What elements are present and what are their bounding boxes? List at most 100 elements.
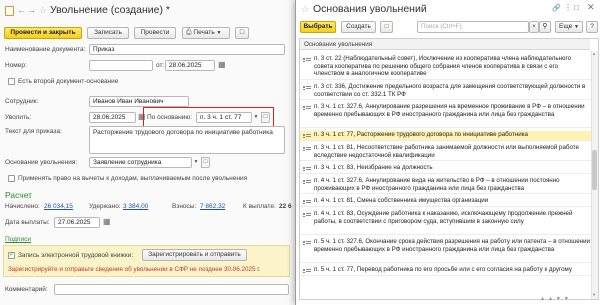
list-item-label: п. 5 ч. 1 ст. 77, Перевод работника по е… xyxy=(314,266,572,273)
basis-dropdown-icon[interactable]: ▼ xyxy=(252,112,260,123)
list-item-label: п. 3 ч. 1 ст. 327.6, Аннулирование разре… xyxy=(314,103,585,118)
calendar-icon[interactable]: ▦ xyxy=(218,60,226,69)
copy-icon[interactable]: □ xyxy=(380,21,393,33)
catalog-item-icon xyxy=(303,105,311,111)
post-button[interactable]: Провести xyxy=(134,27,176,39)
nav-prev-icon[interactable]: ▲ xyxy=(548,296,556,302)
number-field[interactable] xyxy=(89,60,153,71)
list-item-label: п. 3 ч. 1 ст. 77, Расторжение трудового … xyxy=(314,131,528,138)
main-window: ← → ☆ Увольнение (создание) * Провести и… xyxy=(0,0,296,305)
nav-first-icon[interactable]: ▲ xyxy=(540,296,548,302)
basis-open-icon[interactable]: □ xyxy=(261,112,270,123)
nav-next-icon[interactable]: ▼ xyxy=(556,296,564,302)
printer-icon: ⎙ xyxy=(186,29,192,36)
list-nav-buttons: ▲▲▼▼ xyxy=(540,296,572,302)
post-and-close-button[interactable]: Провести и закрыть xyxy=(4,27,82,39)
calc-heading: Расчет xyxy=(5,190,33,200)
payout-label: К выплате: xyxy=(243,203,276,210)
menu-dots-icon[interactable]: ⋮ xyxy=(564,3,572,12)
list-item[interactable]: п. 3 ч. 1 ст. 81, Несоответствие работни… xyxy=(300,144,594,161)
calendar-icon[interactable]: ▦ xyxy=(103,217,111,226)
close-icon[interactable]: ✕ xyxy=(587,2,595,13)
list-item[interactable]: п. 3 ст. 336, Достижение предельного воз… xyxy=(300,83,594,100)
print-button[interactable]: ⎙ Печать ▼ xyxy=(182,27,230,39)
catalog-item-icon xyxy=(303,133,311,139)
doc-name-field[interactable]: Приказ xyxy=(89,44,285,55)
list-item-label: п. 4 ч. 1 ст. 83, Осуждение работника к … xyxy=(314,210,573,225)
catalog-item-icon xyxy=(303,146,311,152)
list-item-label: п. 3 ст. 22 (Наблюдательный совет), Искл… xyxy=(314,55,572,78)
tax-deductions-label: Применять право на вычеты к доходам, вып… xyxy=(18,175,248,182)
employee-label: Сотрудник: xyxy=(5,98,39,105)
catalog-item-icon xyxy=(303,268,311,274)
comment-label: Комментарий: xyxy=(5,286,48,293)
scroll-thumb[interactable] xyxy=(592,150,597,190)
contrib-value-link[interactable]: 7 862,32 xyxy=(200,203,225,210)
order-text-field[interactable]: Расторжение трудового договора по инициа… xyxy=(89,126,285,154)
clear-search-icon[interactable]: × xyxy=(529,21,539,33)
pay-date-label: Дата выплаты: xyxy=(5,219,50,226)
dismissal-basis-label: Основание увольнения: xyxy=(5,159,78,166)
dismissal-basis-field[interactable]: Заявление сотрудника xyxy=(89,157,192,168)
create-button[interactable]: Создать xyxy=(341,21,376,33)
attach-icon[interactable]: □ xyxy=(235,27,249,39)
maximize-icon[interactable]: □ xyxy=(574,3,579,12)
second-basis-checkbox[interactable] xyxy=(8,78,15,85)
scroll-up-icon[interactable]: ▲ xyxy=(592,51,596,56)
favorite-star-icon[interactable]: ☆ xyxy=(39,5,47,16)
scroll-down-icon[interactable]: ▼ xyxy=(592,292,596,297)
help-button[interactable]: ? xyxy=(586,21,598,33)
basis-field[interactable]: п. 3 ч. 1 ст. 77 xyxy=(196,112,252,123)
catalog-item-icon xyxy=(303,212,311,218)
search-icon[interactable]: ⚲ xyxy=(539,21,551,33)
list-item[interactable]: п. 4 ч. 1 ст. 83, Осуждение работника к … xyxy=(300,210,594,235)
withheld-label: Удержано: xyxy=(89,203,121,210)
nav-last-icon[interactable]: ▼ xyxy=(564,296,572,302)
dismissal-bases-dialog: ☆ Основания увольнений 🔗 ⋮ □ ✕ Выбрать С… xyxy=(295,0,602,305)
list-item-label: п. 3 ч. 1 ст. 83, Неизбрание на должност… xyxy=(314,164,433,171)
list-item[interactable]: п. 5 ч. 1 ст. 327.6, Окончание срока дей… xyxy=(300,238,594,263)
catalog-item-icon xyxy=(303,199,311,205)
etk-note: Зарегистрируйте и отправьте сведения об … xyxy=(8,266,261,273)
dialog-title: Основания увольнений xyxy=(313,3,427,15)
link-icon[interactable]: 🔗 xyxy=(552,4,561,12)
employee-field[interactable]: Иванов Иван Иванович xyxy=(89,96,189,107)
save-button[interactable]: Записать xyxy=(87,27,129,39)
etk-checkbox[interactable]: ✓ xyxy=(8,252,15,259)
tax-deductions-checkbox[interactable] xyxy=(8,175,15,182)
basis-label: По основанию: xyxy=(147,114,193,121)
select-button[interactable]: Выбрать xyxy=(300,21,336,33)
list-item[interactable]: п. 3 ч. 1 ст. 77, Расторжение трудового … xyxy=(300,131,594,141)
list-item[interactable]: п. 4 ч. 1 ст. 81, Смена собственника иму… xyxy=(300,197,594,207)
order-text-label: Текст для приказа: xyxy=(5,128,62,135)
register-send-button[interactable]: Зарегистрировать и отправить xyxy=(142,249,247,261)
list-item[interactable]: п. 3 ч. 1 ст. 83, Неизбрание на должност… xyxy=(300,164,594,174)
chevron-down-icon: ▼ xyxy=(216,30,222,36)
star-icon[interactable]: ☆ xyxy=(301,4,309,15)
from-date-field[interactable]: 28.06.2025 xyxy=(165,60,215,71)
list-item[interactable]: п. 5 ч. 1 ст. 77, Перевод работника по е… xyxy=(300,266,594,276)
withheld-value-link[interactable]: 3 384,00 xyxy=(123,203,148,210)
catalog-item-icon xyxy=(303,240,311,246)
more-button[interactable]: Еще ▼ xyxy=(555,21,583,33)
list-item-label: п. 3 ст. 336, Достижение предельного воз… xyxy=(314,83,586,98)
comment-field[interactable] xyxy=(54,284,289,295)
dismissal-basis-dropdown-icon[interactable]: ▼ xyxy=(192,157,200,168)
window-title: Увольнение (создание) * xyxy=(50,4,170,16)
dismiss-date-field[interactable]: 28.06.2025 xyxy=(89,112,136,123)
signatures-link[interactable]: Подписи xyxy=(5,236,31,243)
back-arrow-icon[interactable]: ← xyxy=(17,5,26,15)
list-item[interactable]: п. 3 ст. 22 (Наблюдательный совет), Искл… xyxy=(300,55,594,80)
search-input[interactable]: Поиск (Ctrl+F) xyxy=(417,21,529,33)
dismiss-label: Уволить: xyxy=(5,114,32,121)
dismissal-basis-open-icon[interactable]: □ xyxy=(201,157,210,168)
forward-arrow-icon[interactable]: → xyxy=(27,5,36,15)
column-header[interactable]: Основание увольнения xyxy=(300,39,590,50)
list-item[interactable]: п. 4 ч. 1 ст. 327.6, Аннулирование вида … xyxy=(300,177,594,194)
pay-date-field[interactable]: 27.06.2025 xyxy=(54,217,100,228)
accrued-value-link[interactable]: 26 034,15 xyxy=(44,203,73,210)
doc-icon xyxy=(5,6,14,16)
number-label: Номер: xyxy=(5,62,27,69)
list-item[interactable]: п. 3 ч. 1 ст. 327.6, Аннулирование разре… xyxy=(300,103,594,128)
more-label: Еще xyxy=(559,23,573,30)
